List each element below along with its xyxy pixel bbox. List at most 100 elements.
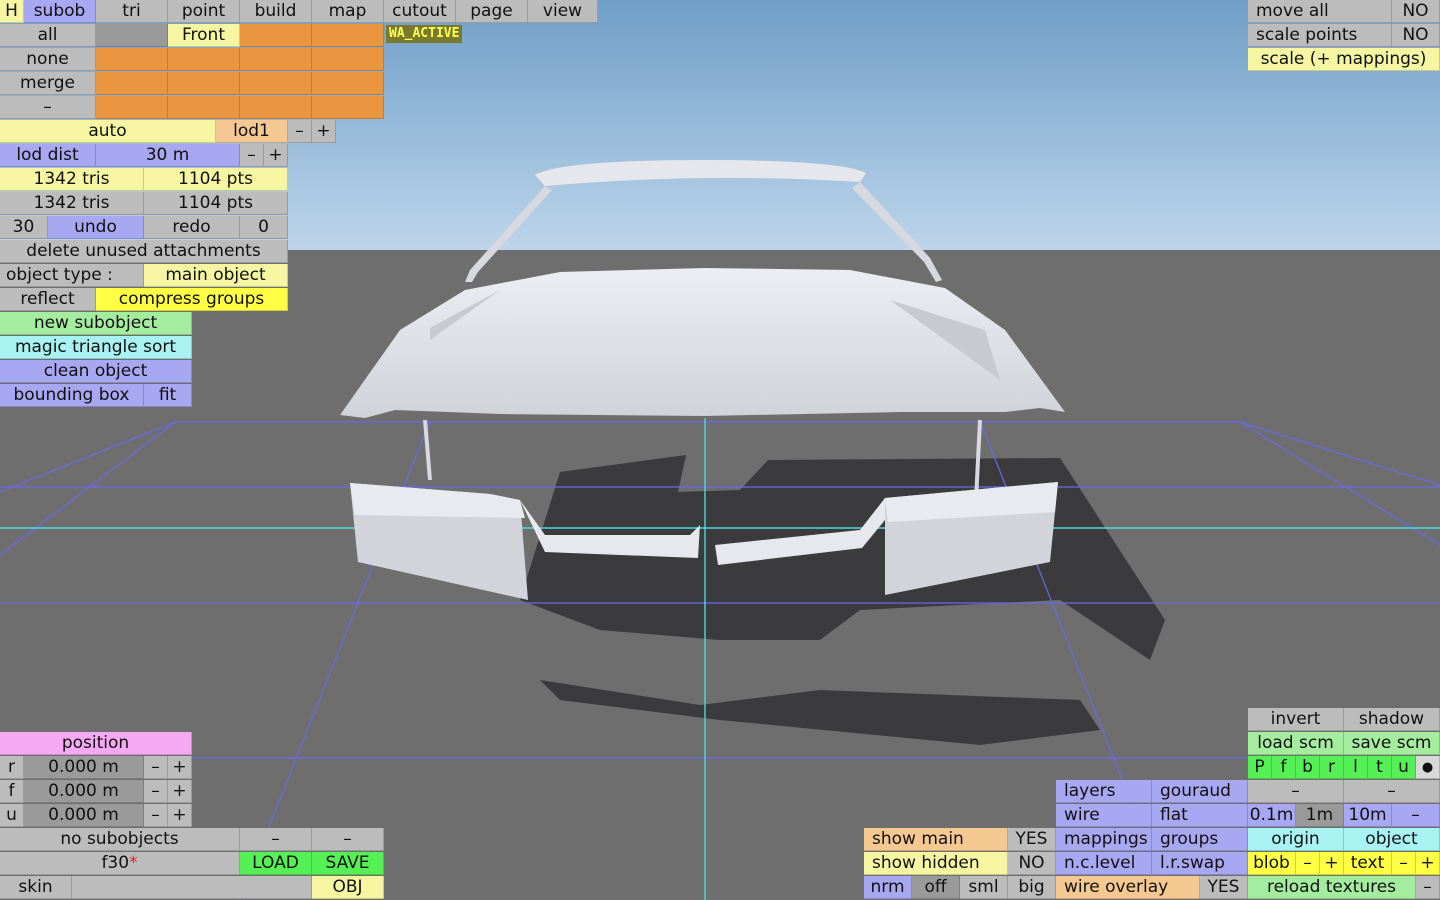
- invert-button[interactable]: invert: [1248, 708, 1344, 731]
- slot-button[interactable]: [240, 72, 312, 95]
- slot-button[interactable]: [240, 96, 312, 119]
- show-hidden-button[interactable]: show hidden: [864, 852, 1008, 875]
- file-name-field[interactable]: f30*: [0, 852, 240, 875]
- position-r-plus-button[interactable]: +: [168, 756, 192, 779]
- nc-level-button[interactable]: n.c.level: [1056, 852, 1152, 875]
- tab-tri[interactable]: tri: [96, 0, 168, 23]
- load-button[interactable]: LOAD: [240, 852, 312, 875]
- position-u-plus-button[interactable]: +: [168, 804, 192, 827]
- swatch-gray[interactable]: [96, 24, 168, 47]
- slot-button[interactable]: [168, 72, 240, 95]
- tab-cutout[interactable]: cutout: [384, 0, 456, 23]
- lod-dist-minus-button[interactable]: –: [240, 144, 264, 167]
- scale-points-value[interactable]: NO: [1392, 24, 1440, 47]
- fit-button[interactable]: fit: [144, 384, 192, 407]
- view-dot-button[interactable]: ●: [1416, 756, 1440, 779]
- clean-object-button[interactable]: clean object: [0, 360, 192, 383]
- show-hidden-value[interactable]: NO: [1008, 852, 1056, 875]
- tab-build[interactable]: build: [240, 0, 312, 23]
- reflect-button[interactable]: reflect: [0, 288, 96, 311]
- lr-swap-button[interactable]: l.r.swap: [1152, 852, 1248, 875]
- tab-subob[interactable]: subob: [24, 0, 96, 23]
- move-all-button[interactable]: move all: [1248, 0, 1392, 23]
- slot-button[interactable]: [96, 72, 168, 95]
- sml-button[interactable]: sml: [960, 876, 1008, 899]
- view-b-button[interactable]: b: [1296, 756, 1320, 779]
- slot-button[interactable]: [312, 48, 384, 71]
- view-t-button[interactable]: t: [1368, 756, 1392, 779]
- blob-minus-button[interactable]: –: [1296, 852, 1320, 875]
- undo-button[interactable]: undo: [48, 216, 144, 239]
- position-u-value[interactable]: 0.000 m: [24, 804, 144, 827]
- position-f-plus-button[interactable]: +: [168, 780, 192, 803]
- subobject-dash-button-2[interactable]: –: [312, 828, 384, 851]
- slot-button[interactable]: [96, 96, 168, 119]
- bounding-box-button[interactable]: bounding box: [0, 384, 144, 407]
- lod-minus-button[interactable]: –: [288, 120, 312, 143]
- lod-dist-plus-button[interactable]: +: [264, 144, 288, 167]
- skin-field[interactable]: [72, 876, 312, 899]
- subobject-dash-button[interactable]: –: [240, 828, 312, 851]
- slot-button[interactable]: [168, 48, 240, 71]
- text-minus-button[interactable]: –: [1392, 852, 1416, 875]
- view-f-button[interactable]: f: [1272, 756, 1296, 779]
- slot-button[interactable]: [96, 48, 168, 71]
- wire-button[interactable]: wire: [1056, 804, 1152, 827]
- compress-groups-button[interactable]: compress groups: [96, 288, 288, 311]
- lod-plus-button[interactable]: +: [312, 120, 336, 143]
- lod-name[interactable]: lod1: [216, 120, 288, 143]
- big-button[interactable]: big: [1008, 876, 1056, 899]
- delete-unused-attachments-button[interactable]: delete unused attachments: [0, 240, 288, 263]
- tab-page[interactable]: page: [456, 0, 528, 23]
- nrm-button[interactable]: nrm: [864, 876, 912, 899]
- tab-point[interactable]: point: [168, 0, 240, 23]
- lod-dist-value[interactable]: 30 m: [96, 144, 240, 167]
- new-subobject-button[interactable]: new subobject: [0, 312, 192, 335]
- object-type-value[interactable]: main object: [144, 264, 288, 287]
- merge-button[interactable]: merge: [0, 72, 96, 95]
- lod-dist-label[interactable]: lod dist: [0, 144, 96, 167]
- slot-button[interactable]: [312, 96, 384, 119]
- slot-button[interactable]: [312, 72, 384, 95]
- move-all-value[interactable]: NO: [1392, 0, 1440, 23]
- slot-button[interactable]: [240, 24, 312, 47]
- step-minus-button[interactable]: –: [1392, 804, 1440, 827]
- flat-button[interactable]: flat: [1152, 804, 1248, 827]
- off-button[interactable]: off: [912, 876, 960, 899]
- view-u-button[interactable]: u: [1392, 756, 1416, 779]
- dash-button-right[interactable]: –: [1344, 780, 1440, 803]
- wire-overlay-button[interactable]: wire overlay: [1056, 876, 1200, 899]
- layers-button[interactable]: layers: [1056, 780, 1152, 803]
- step-10m-button[interactable]: 10m: [1344, 804, 1392, 827]
- select-none-button[interactable]: none: [0, 48, 96, 71]
- gouraud-button[interactable]: gouraud: [1152, 780, 1248, 803]
- groups-button[interactable]: groups: [1152, 828, 1248, 851]
- blob-button[interactable]: blob: [1248, 852, 1296, 875]
- tab-map[interactable]: map: [312, 0, 384, 23]
- blob-plus-button[interactable]: +: [1320, 852, 1344, 875]
- step-1m-button[interactable]: 1m: [1296, 804, 1344, 827]
- reload-minus-button[interactable]: –: [1416, 876, 1440, 899]
- show-main-button[interactable]: show main: [864, 828, 1008, 851]
- save-button[interactable]: SAVE: [312, 852, 384, 875]
- text-button[interactable]: text: [1344, 852, 1392, 875]
- view-p-button[interactable]: P: [1248, 756, 1272, 779]
- object-button[interactable]: object: [1344, 828, 1440, 851]
- scale-points-button[interactable]: scale points: [1248, 24, 1392, 47]
- obj-button[interactable]: OBJ: [312, 876, 384, 899]
- dash-button-left[interactable]: –: [1248, 780, 1344, 803]
- position-f-minus-button[interactable]: –: [144, 780, 168, 803]
- step-01m-button[interactable]: 0.1m: [1248, 804, 1296, 827]
- show-main-value[interactable]: YES: [1008, 828, 1056, 851]
- view-front-button[interactable]: Front: [168, 24, 240, 47]
- view-l-button[interactable]: l: [1344, 756, 1368, 779]
- origin-button[interactable]: origin: [1248, 828, 1344, 851]
- magic-triangle-sort-button[interactable]: magic triangle sort: [0, 336, 192, 359]
- wire-overlay-value[interactable]: YES: [1200, 876, 1248, 899]
- minus-button[interactable]: –: [0, 96, 96, 119]
- mappings-button[interactable]: mappings: [1056, 828, 1152, 851]
- shadow-button[interactable]: shadow: [1344, 708, 1440, 731]
- save-scm-button[interactable]: save scm: [1344, 732, 1440, 755]
- view-r-button[interactable]: r: [1320, 756, 1344, 779]
- h-button[interactable]: H: [0, 0, 24, 23]
